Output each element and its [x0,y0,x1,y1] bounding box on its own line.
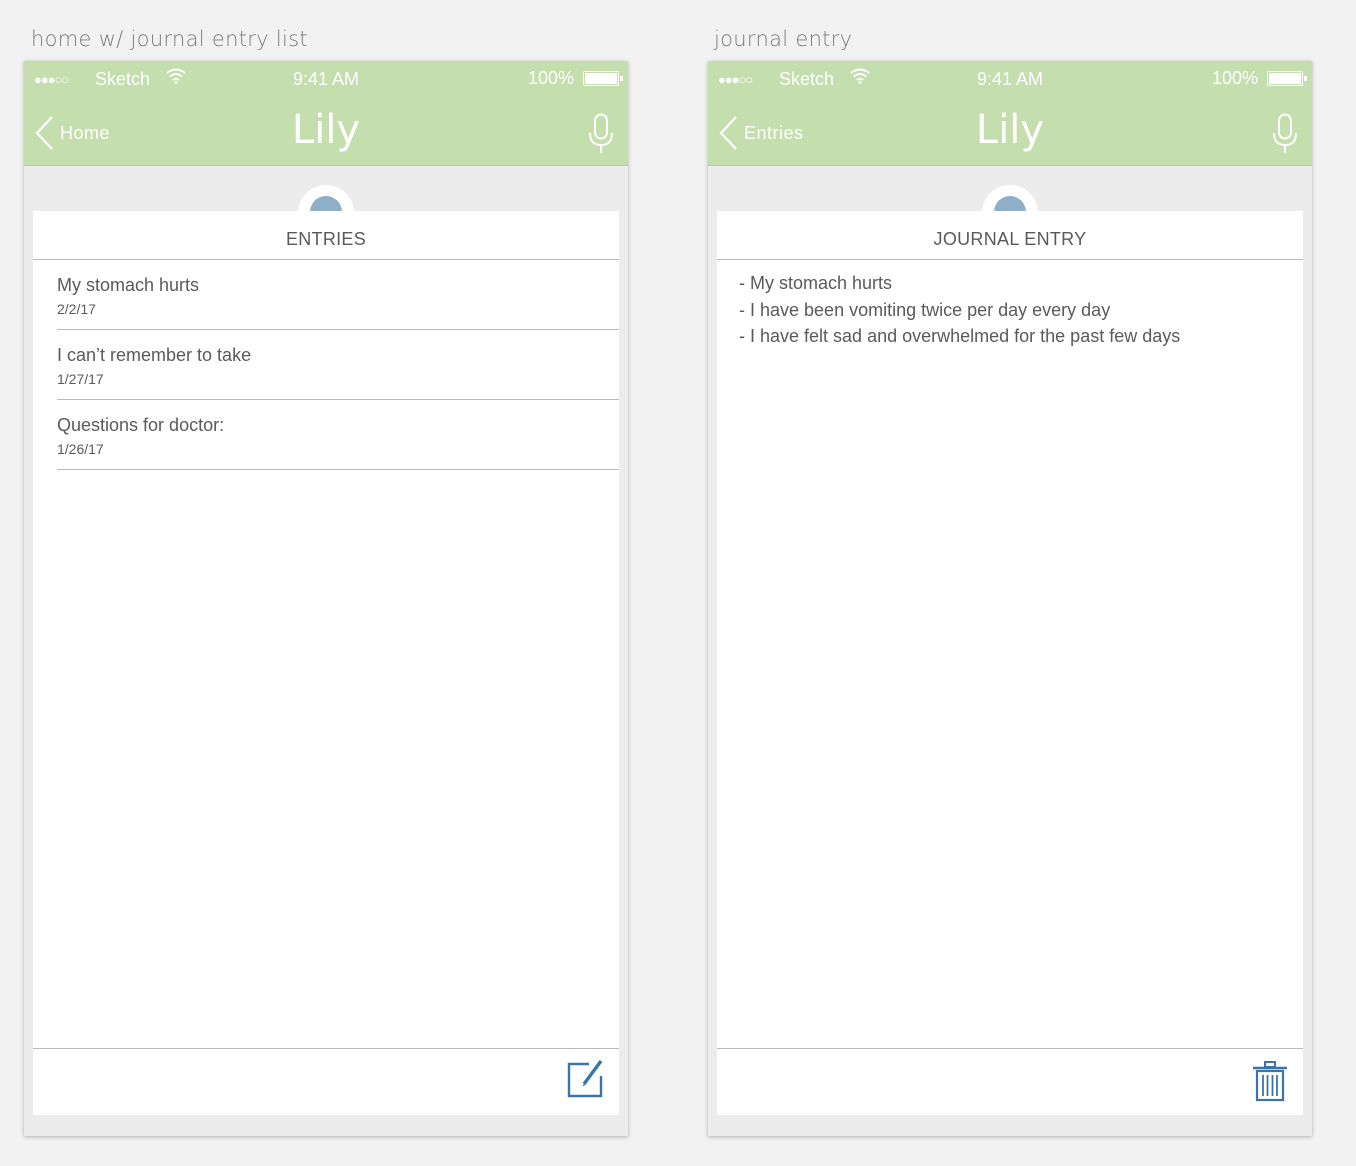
compose-icon[interactable] [565,1057,605,1099]
journal-entry-card: JOURNAL ENTRY - My stomach hurts - I hav… [717,211,1303,1115]
entry-date: 2/2/17 [57,301,96,317]
phone-screen-home: ●●●○○ Sketch 9:41 AM 100% Home Lily ENTR… [24,61,628,1136]
battery-percentage: 100% [527,68,574,88]
nav-header: ●●●○○ Sketch 9:41 AM 100% Home Lily [24,61,628,166]
trash-icon[interactable] [1252,1060,1288,1102]
list-item[interactable]: My stomach hurts 2/2/17 [57,260,619,330]
card-footer [33,1048,619,1115]
entries-card: ENTRIES My stomach hurts 2/2/17 I can’t … [33,211,619,1115]
entries-list: My stomach hurts 2/2/17 I can’t remember… [57,260,619,470]
status-bar: ●●●○○ Sketch 9:41 AM 100% [24,61,628,95]
artboard-label-journal-entry: journal entry [714,27,853,51]
app-title: Lily [975,107,1045,153]
entry-title: My stomach hurts [57,275,200,295]
journal-entry-text[interactable]: - My stomach hurts - I have been vomitin… [739,273,1281,353]
section-title: ENTRIES [33,211,619,260]
journal-line: - I have been vomiting twice per day eve… [739,299,1111,320]
journal-line: - I have felt sad and overwhelmed for th… [739,326,1181,346]
microphone-icon[interactable] [1272,113,1298,155]
phone-screen-journal-entry: ●●●○○ Sketch 9:41 AM 100% Entries Lily J… [708,61,1312,1136]
battery-icon [583,71,623,86]
nav-header: ●●●○○ Sketch 9:41 AM 100% Entries Lily [708,61,1312,166]
microphone-icon[interactable] [588,113,614,155]
section-title: JOURNAL ENTRY [717,211,1303,260]
entry-title: Questions for doctor: [57,415,225,435]
battery-icon [1267,71,1307,86]
entry-date: 1/27/17 [57,371,104,387]
list-item[interactable]: I can’t remember to take 1/27/17 [57,330,619,400]
status-bar: ●●●○○ Sketch 9:41 AM 100% [708,61,1312,95]
app-title: Lily [291,107,361,153]
entry-title: I can’t remember to take [57,345,252,365]
battery-percentage: 100% [1211,68,1258,88]
entry-date: 1/26/17 [57,441,104,457]
artboard-label-home: home w/ journal entry list [31,27,308,51]
card-footer [717,1048,1303,1115]
journal-line: - My stomach hurts [739,273,893,293]
list-item[interactable]: Questions for doctor: 1/26/17 [57,400,619,470]
